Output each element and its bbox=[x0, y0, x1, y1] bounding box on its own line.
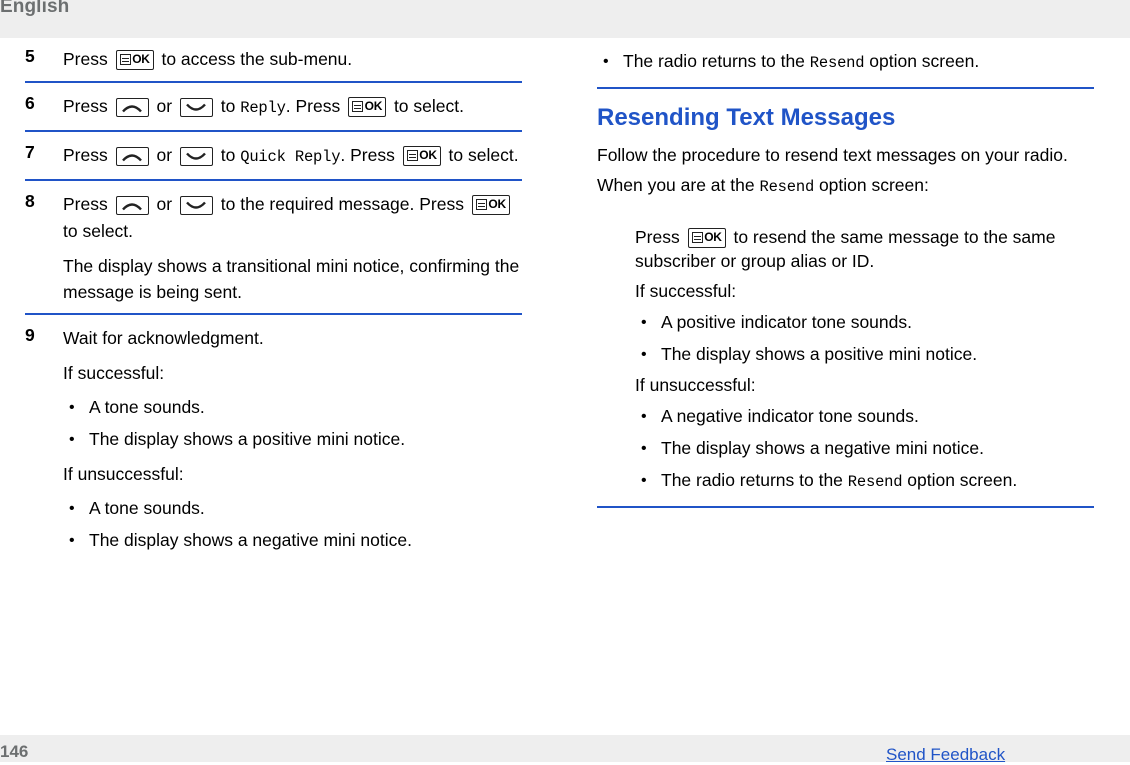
step-6: 6 Press or to Reply. Press OK to select. bbox=[25, 93, 522, 122]
ok-key-icon: OK bbox=[687, 228, 726, 248]
last-bullet-list: The radio returns to the Resend option s… bbox=[635, 467, 1094, 496]
up-arrow-key-icon bbox=[115, 196, 149, 215]
when-statement: When you are at the Resend option screen… bbox=[597, 175, 929, 196]
list-item: The display shows a positive mini notice… bbox=[635, 341, 1094, 368]
left-column: 5 Press OK to access the sub-menu. 6 Pre… bbox=[25, 46, 522, 559]
step-text: Press or to Quick Reply. Press OK to sel… bbox=[63, 145, 519, 166]
up-arrow-key-icon bbox=[115, 147, 149, 166]
success-list: A positive indicator tone sounds. The dis… bbox=[635, 309, 1094, 368]
list-item: A tone sounds. bbox=[63, 495, 522, 522]
step-number: 9 bbox=[25, 325, 35, 345]
list-item: The display shows a negative mini notice… bbox=[63, 527, 522, 554]
step-text: Wait for acknowledgment. bbox=[63, 328, 264, 348]
inline-code: Resend bbox=[847, 473, 903, 491]
step-number: 5 bbox=[25, 46, 35, 66]
down-arrow-key-icon bbox=[179, 196, 213, 215]
divider bbox=[597, 87, 1094, 89]
resend-instructions: Press OK to resend the same message to t… bbox=[635, 225, 1094, 496]
divider bbox=[597, 506, 1094, 508]
ok-key-icon: OK bbox=[402, 146, 441, 166]
step-8-note: The display shows a transitional mini no… bbox=[63, 256, 520, 302]
press-instruction: Press OK to resend the same message to t… bbox=[635, 227, 1056, 271]
ok-key-icon: OK bbox=[115, 50, 154, 70]
ok-key-icon: OK bbox=[471, 195, 510, 215]
ok-key-icon: OK bbox=[348, 97, 387, 117]
failure-list: A negative indicator tone sounds. The dis… bbox=[635, 403, 1094, 462]
document-page: English 5 Press OK to access the sub-men… bbox=[0, 0, 1130, 765]
inline-code: Quick Reply bbox=[240, 148, 341, 166]
list-item: A tone sounds. bbox=[63, 394, 522, 421]
failure-label: If unsuccessful: bbox=[63, 464, 184, 484]
inline-code: Resend bbox=[759, 178, 815, 196]
step-text: Press OK to access the sub-menu. bbox=[63, 49, 353, 70]
top-bullet-list: The radio returns to the Resend option s… bbox=[597, 48, 1094, 77]
inline-code: Reply bbox=[240, 99, 286, 117]
step-text: Press or to Reply. Press OK to select. bbox=[63, 96, 464, 117]
inline-code: Resend bbox=[809, 54, 865, 72]
step-text: Press or to the required message. Press … bbox=[63, 191, 522, 245]
step-5: 5 Press OK to access the sub-menu. bbox=[25, 46, 522, 73]
page-number: 146 bbox=[0, 742, 29, 761]
success-label: If successful: bbox=[635, 281, 737, 301]
success-list: A tone sounds. The display shows a positi… bbox=[63, 394, 522, 453]
list-item: A positive indicator tone sounds. bbox=[635, 309, 1094, 336]
section-intro: Follow the procedure to resend text mess… bbox=[597, 145, 1068, 165]
list-item: The display shows a positive mini notice… bbox=[63, 426, 522, 453]
divider bbox=[25, 313, 522, 315]
list-item: The radio returns to the Resend option s… bbox=[597, 48, 1094, 77]
language-label: English bbox=[0, 0, 70, 17]
right-column: The radio returns to the Resend option s… bbox=[597, 46, 1094, 522]
step-9: 9 Wait for acknowledgment. If successful… bbox=[25, 325, 522, 554]
success-label: If successful: bbox=[63, 363, 165, 383]
list-item: The radio returns to the Resend option s… bbox=[635, 467, 1094, 496]
step-number: 6 bbox=[25, 93, 35, 113]
divider bbox=[25, 81, 522, 83]
step-8: 8 Press or to the required message. Pres… bbox=[25, 191, 522, 305]
down-arrow-key-icon bbox=[179, 147, 213, 166]
list-item: A negative indicator tone sounds. bbox=[635, 403, 1094, 430]
step-7: 7 Press or to Quick Reply. Press OK to s… bbox=[25, 142, 522, 171]
up-arrow-key-icon bbox=[115, 98, 149, 117]
send-feedback-link[interactable]: Send Feedback bbox=[886, 745, 1005, 765]
failure-list: A tone sounds. The display shows a negati… bbox=[63, 495, 522, 554]
step-number: 8 bbox=[25, 191, 35, 211]
header-band bbox=[0, 0, 1130, 38]
divider bbox=[25, 179, 522, 181]
step-number: 7 bbox=[25, 142, 35, 162]
divider bbox=[25, 130, 522, 132]
section-title: Resending Text Messages bbox=[597, 104, 896, 131]
down-arrow-key-icon bbox=[179, 98, 213, 117]
failure-label: If unsuccessful: bbox=[635, 375, 756, 395]
list-item: The display shows a negative mini notice… bbox=[635, 435, 1094, 462]
